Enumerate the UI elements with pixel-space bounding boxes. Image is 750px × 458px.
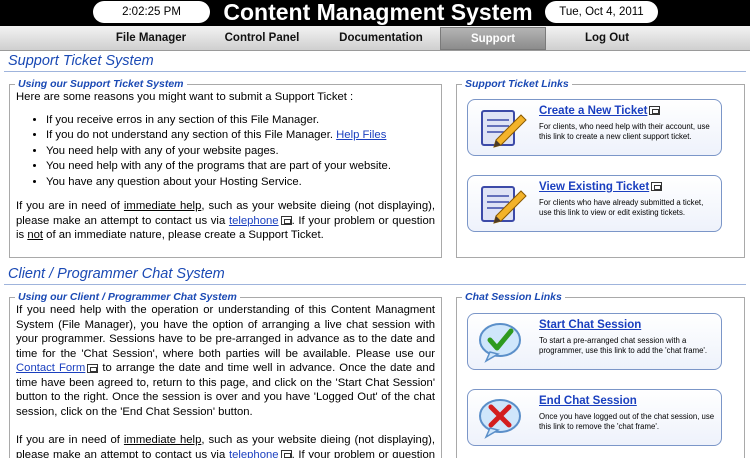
- support-intro: Here are some reasons you might want to …: [16, 91, 354, 103]
- view-ticket-link[interactable]: View Existing Ticket: [539, 181, 663, 193]
- view-ticket-card[interactable]: View Existing Ticket For clients who hav…: [467, 175, 722, 232]
- telephone-link[interactable]: telephone: [229, 215, 279, 227]
- main-nav: File Manager Control Panel Documentation…: [0, 26, 750, 51]
- nav-control-panel[interactable]: Control Panel: [206, 27, 318, 50]
- list-item: You need help with any of the programs t…: [46, 159, 435, 175]
- contact-form-link[interactable]: Contact Form: [16, 362, 85, 374]
- popup-window-icon: [280, 216, 292, 226]
- help-files-link[interactable]: Help Files: [336, 129, 386, 141]
- chat-box-legend: Using our Client / Programmer Chat Syste…: [18, 291, 237, 303]
- view-ticket-desc: For clients who have already submitted a…: [539, 198, 704, 217]
- section-divider: [4, 71, 746, 72]
- date-display: Tue, Oct 4, 2011: [545, 1, 658, 23]
- nav-documentation[interactable]: Documentation: [322, 27, 440, 50]
- chat-bubble-check-icon: [479, 323, 521, 363]
- telephone-link[interactable]: telephone: [229, 449, 279, 458]
- section-title-support: Support Ticket System: [8, 53, 154, 69]
- create-ticket-card[interactable]: Create a New Ticket For clients, who nee…: [467, 99, 722, 156]
- chat-bubble-x-icon: [479, 399, 521, 439]
- start-chat-card[interactable]: Start Chat Session To start a pre-arrang…: [467, 313, 722, 370]
- support-urgent-text: If you are in need of immediate help, su…: [16, 200, 436, 241]
- section-divider: [4, 284, 746, 285]
- section-title-chat: Client / Programmer Chat System: [8, 266, 225, 282]
- chat-urgent-text: If you are in need of immediate help, su…: [16, 433, 435, 458]
- popup-window-icon: [651, 182, 663, 192]
- list-item: If you do not understand any section of …: [46, 128, 435, 144]
- popup-window-icon: [649, 106, 661, 116]
- end-chat-link[interactable]: End Chat Session: [539, 395, 637, 407]
- start-chat-link[interactable]: Start Chat Session: [539, 319, 641, 331]
- clock-display: 2:02:25 PM: [93, 1, 210, 23]
- support-body: Here are some reasons you might want to …: [10, 90, 441, 243]
- immediate-help-text: immediate help: [123, 434, 202, 446]
- list-item: If you receive erros in any section of t…: [46, 113, 435, 129]
- notepad-pencil-icon: [481, 186, 527, 224]
- chat-body: If you need help with the operation or u…: [10, 303, 441, 458]
- end-chat-card[interactable]: End Chat Session Once you have logged ou…: [467, 389, 722, 446]
- reasons-list: If you receive erros in any section of t…: [46, 113, 435, 191]
- create-ticket-link[interactable]: Create a New Ticket: [539, 105, 661, 117]
- support-box-legend: Using our Support Ticket System: [18, 78, 184, 90]
- popup-window-icon: [87, 363, 99, 373]
- notepad-pencil-icon: [481, 110, 527, 148]
- support-links-legend: Support Ticket Links: [465, 78, 569, 90]
- start-chat-desc: To start a pre-arranged chat session wit…: [539, 336, 708, 355]
- top-header-bar: 2:02:25 PM Content Managment System Tue,…: [0, 0, 750, 26]
- list-item: You have any question about your Hosting…: [46, 175, 435, 191]
- chat-paragraph: If you need help with the operation or u…: [16, 304, 435, 418]
- end-chat-desc: Once you have logged out of the chat ses…: [539, 412, 715, 431]
- app-title: Content Managment System: [223, 0, 533, 25]
- list-item: You need help with any of your website p…: [46, 144, 435, 160]
- nav-support[interactable]: Support: [440, 27, 546, 50]
- chat-links-legend: Chat Session Links: [465, 291, 562, 303]
- create-ticket-desc: For clients, who need help with their ac…: [539, 122, 710, 141]
- immediate-help-text: immediate help: [123, 200, 202, 212]
- nav-file-manager[interactable]: File Manager: [95, 27, 207, 50]
- popup-window-icon: [280, 450, 292, 458]
- chat-info-box: Using our Client / Programmer Chat Syste…: [9, 291, 442, 458]
- support-info-box: Using our Support Ticket System Here are…: [9, 78, 442, 258]
- nav-log-out[interactable]: Log Out: [555, 27, 659, 50]
